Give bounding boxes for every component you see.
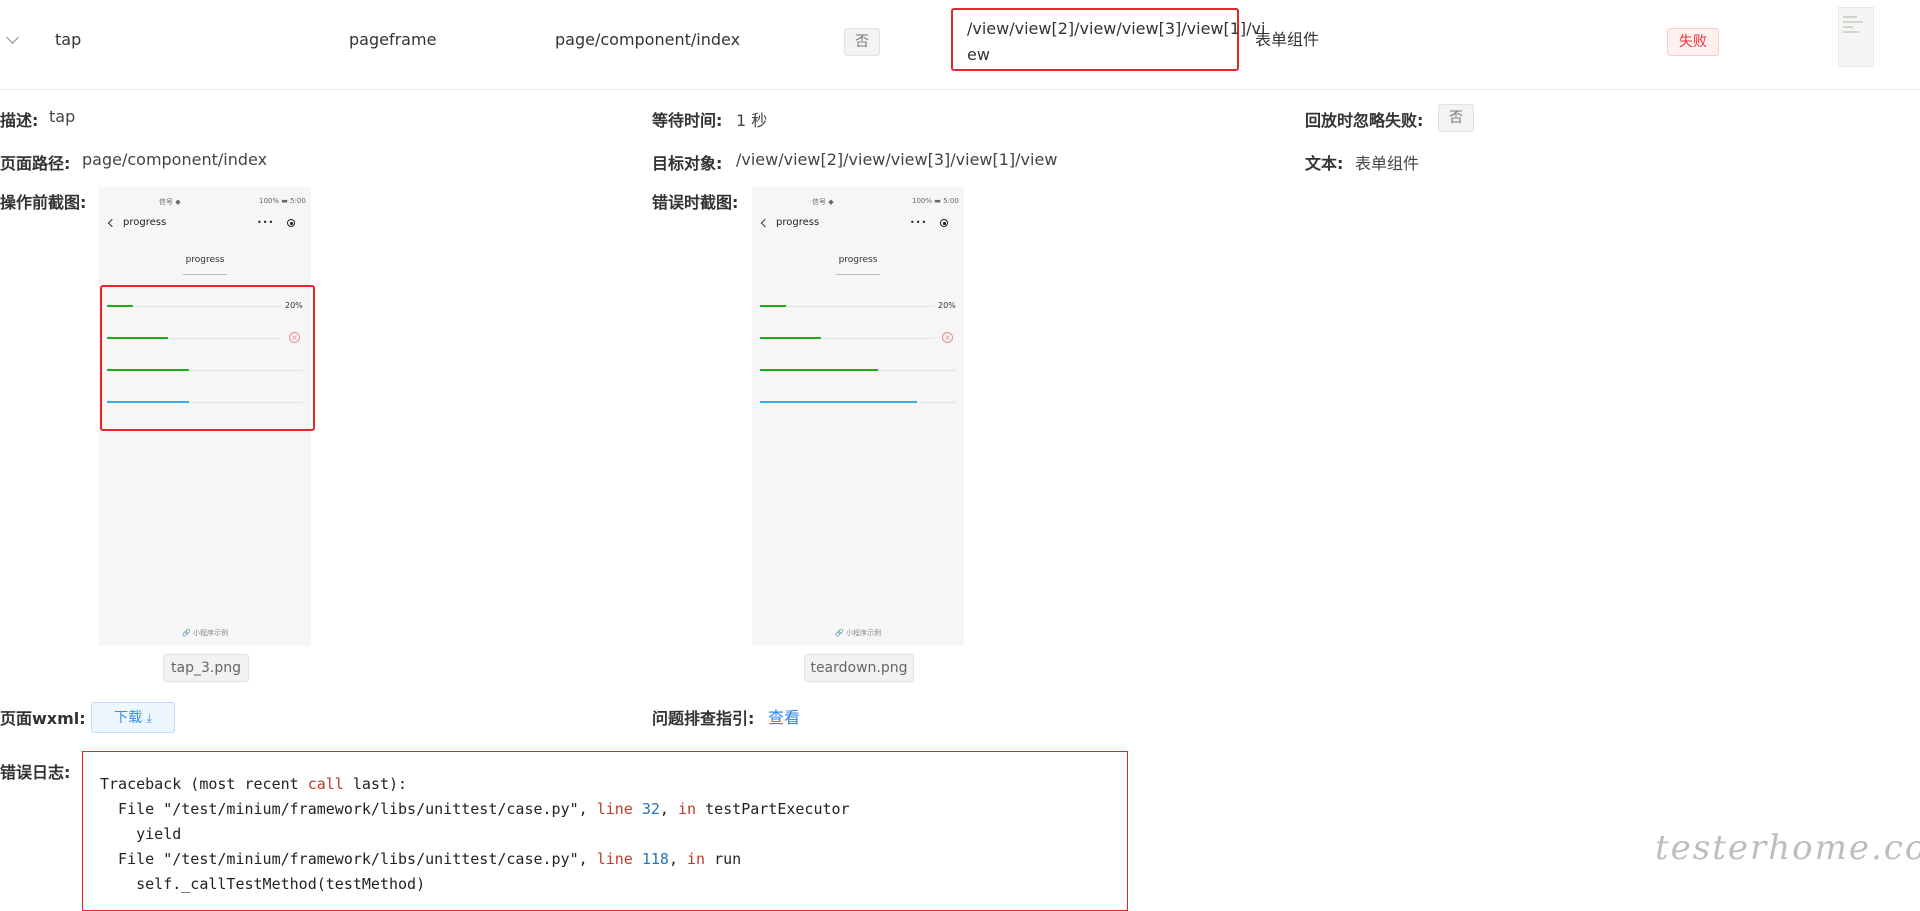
text-label: 文本:: [1305, 154, 1344, 173]
row-action: tap: [55, 30, 82, 49]
progress-fill: [760, 305, 787, 307]
error-screenshot-label: 错误时截图:: [652, 193, 739, 212]
ignore-tag: 否: [1438, 104, 1474, 132]
download-icon: ⤓: [146, 711, 152, 725]
more-icon: •••: [910, 218, 928, 227]
progress-fill: [760, 401, 917, 403]
error-file-tag[interactable]: teardown.png: [804, 654, 914, 682]
wait-label: 等待时间:: [652, 111, 723, 130]
row-page-path: page/component/index: [555, 30, 741, 49]
row-text: 表单组件: [1255, 30, 1320, 49]
more-icon: •••: [257, 218, 275, 227]
close-capsule-icon: [287, 219, 295, 227]
progress-bar-2: [760, 337, 934, 339]
nav-title: progress: [123, 217, 167, 228]
mini-program-footer: 🔗 小程序示例: [835, 629, 881, 637]
status-bar-left: 信号 ◆: [159, 198, 181, 206]
chevron-down-icon[interactable]: [6, 31, 19, 44]
row-module: pageframe: [349, 30, 437, 49]
ignore-label: 回放时忽略失败:: [1305, 111, 1424, 130]
cancel-icon: ×: [942, 332, 953, 343]
back-icon: [107, 218, 117, 228]
nav-title: progress: [776, 217, 820, 228]
status-bar-right: 100% ▬ 5:00: [259, 197, 306, 205]
guide-label: 问题排查指引:: [652, 709, 755, 728]
path-label: 页面路径:: [0, 154, 71, 173]
row-ignore-tag: 否: [844, 28, 880, 56]
status-bar-right: 100% ▬ 5:00: [912, 197, 959, 205]
row-screenshot-thumbnail[interactable]: [1838, 7, 1874, 67]
action-highlight-box: [100, 285, 315, 431]
path-value: page/component/index: [82, 150, 268, 169]
tab-progress: progress: [838, 255, 878, 265]
progress-fill: [760, 337, 821, 339]
guide-link[interactable]: 查看: [768, 704, 800, 728]
tab-underline: [836, 274, 880, 275]
log-label: 错误日志:: [0, 763, 71, 782]
progress-percent: 20%: [938, 301, 956, 310]
progress-bar-4: [760, 401, 956, 403]
text-value: 表单组件: [1355, 154, 1420, 173]
log-line: File "/test/minium/framework/libs/unitte…: [100, 800, 850, 818]
target-value: /view/view[2]/view/view[3]/view[1]/view: [736, 150, 1058, 169]
tab-underline: [183, 274, 227, 275]
close-capsule-icon: [940, 219, 948, 227]
before-file-tag[interactable]: tap_3.png: [163, 654, 249, 682]
log-line: yield: [100, 825, 182, 843]
progress-fill: [760, 369, 878, 371]
tab-progress: progress: [185, 255, 225, 265]
error-screenshot[interactable]: 信号 ◆ 100% ▬ 5:00 progress ••• progress 2…: [752, 187, 964, 646]
watermark-logo: testerhome.com: [1655, 828, 1920, 868]
desc-label: 描述:: [0, 111, 39, 130]
error-log-box[interactable]: Traceback (most recent call last): File …: [82, 751, 1128, 911]
download-button[interactable]: 下载 ⤓: [91, 702, 175, 733]
target-label: 目标对象:: [652, 154, 723, 173]
log-line: self._callTestMethod(testMethod): [100, 875, 426, 893]
target-highlight-box: /view/view[2]/view/view[3]/view[1]/vi ew: [951, 8, 1265, 71]
log-line: File "/test/minium/framework/libs/unitte…: [100, 850, 742, 868]
wait-value: 1 秒: [736, 111, 768, 130]
log-line: Traceback (most recent call last):: [100, 775, 408, 793]
row-target-line1: /view/view[2]/view/view[3]/view[1]/vi: [967, 19, 1266, 38]
status-badge: 失败: [1667, 28, 1719, 56]
before-screenshot-label: 操作前截图:: [0, 193, 87, 212]
back-icon: [760, 218, 770, 228]
mini-program-footer: 🔗 小程序示例: [182, 629, 228, 637]
row-target-line2: ew: [967, 45, 990, 64]
download-label: 下载: [114, 710, 143, 726]
desc-value: tap: [49, 107, 76, 126]
progress-bar-1: [760, 305, 934, 307]
progress-bar-3: [760, 369, 956, 371]
step-row[interactable]: tap pageframe page/component/index 否 /vi…: [0, 0, 1920, 90]
wxml-label: 页面wxml:: [0, 709, 86, 728]
status-bar-left: 信号 ◆: [812, 198, 834, 206]
